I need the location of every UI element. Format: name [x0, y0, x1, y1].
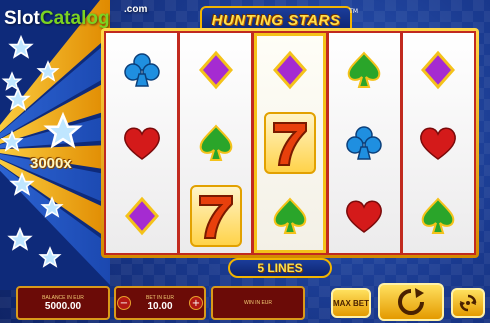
diamond-icon	[116, 190, 168, 242]
game-title: HUNTING STARS	[211, 11, 341, 29]
watermark-part2: Catalog	[39, 8, 110, 29]
diamond-icon	[412, 44, 464, 96]
star-icons	[1, 36, 81, 267]
autoplay-icon	[459, 294, 477, 312]
win-label: WIN IN EUR	[243, 300, 273, 306]
bet-increase-button[interactable]: +	[189, 296, 203, 310]
star-icon	[1, 131, 23, 151]
reel-3	[254, 33, 326, 253]
spade-icon	[412, 190, 464, 242]
seven-icon	[189, 185, 242, 248]
reel-4	[328, 33, 400, 253]
max-bet-button[interactable]: MAX BET	[331, 288, 371, 318]
heart-icon	[412, 117, 464, 169]
reel-2	[180, 33, 252, 253]
spin-button[interactable]	[378, 283, 444, 321]
win-box: WIN IN EUR	[211, 286, 305, 320]
trademark-mark: TM	[349, 8, 358, 15]
spade-icon	[190, 117, 242, 169]
spade-icon	[264, 190, 316, 242]
watermark-logo: SlotCatalog .com	[4, 4, 147, 30]
bet-decrease-button[interactable]: −	[117, 296, 131, 310]
reel-5	[402, 33, 475, 253]
diamond-icon	[264, 44, 316, 96]
watermark-suffix: .com	[124, 4, 148, 15]
heart-icon	[338, 190, 390, 242]
reel-frame	[101, 28, 479, 258]
autoplay-button[interactable]	[451, 288, 485, 318]
star-icon	[6, 88, 30, 110]
spade-icon	[338, 44, 390, 96]
club-icon	[116, 44, 168, 96]
star-icon	[37, 61, 59, 81]
watermark-part1: Slot	[4, 8, 40, 29]
reels-grid	[104, 31, 476, 255]
balance-value: 5000.00	[44, 300, 82, 312]
reel-1	[106, 33, 178, 253]
spin-icon	[398, 288, 424, 315]
star-icon	[39, 247, 61, 267]
club-icon	[338, 117, 390, 169]
star-icon	[9, 36, 33, 58]
star-icon	[2, 72, 22, 90]
star-icon	[41, 197, 63, 217]
balance-box: BALANCE IN EUR 5000.00	[16, 286, 110, 320]
multiplier-label: 3000x	[30, 155, 72, 172]
lines-banner: 5 LINES	[228, 258, 332, 278]
bet-value: 10.00	[147, 300, 173, 312]
heart-icon	[116, 117, 168, 169]
diamond-icon	[190, 44, 242, 96]
seven-icon	[264, 111, 316, 174]
star-icon	[8, 228, 32, 250]
star-icon	[10, 173, 34, 195]
star-icon	[45, 113, 81, 148]
